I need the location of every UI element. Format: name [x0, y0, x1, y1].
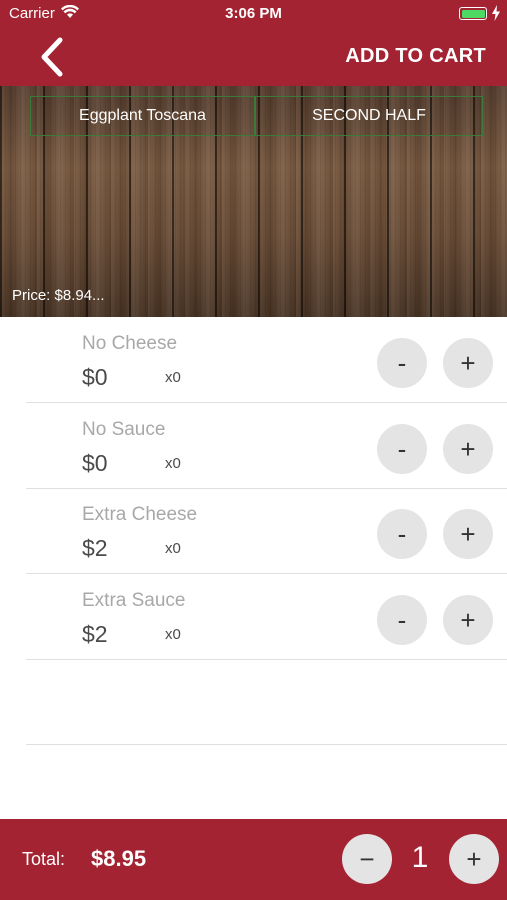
option-name: Extra Sauce [82, 590, 186, 611]
option-name: Extra Cheese [82, 504, 198, 525]
wood-banner: Eggplant Toscana SECOND HALF Price: $8.9… [0, 86, 507, 317]
first-half-tab[interactable]: Eggplant Toscana [30, 96, 255, 136]
second-half-tab[interactable]: SECOND HALF [255, 96, 483, 136]
quantity-value: 1 [411, 841, 429, 874]
total-value: $8.95 [91, 846, 147, 871]
option-row-no-sauce: No Sauce $0 x0 - + [26, 403, 507, 489]
add-to-cart-button[interactable]: ADD TO CART [345, 45, 486, 68]
option-quantity: x0 [165, 540, 181, 557]
option-quantity: x0 [165, 369, 181, 386]
option-row-extra-cheese: Extra Cheese $2 x0 - + [26, 488, 507, 574]
option-quantity: x0 [165, 626, 181, 643]
decrease-button[interactable]: - [377, 338, 427, 388]
increase-button[interactable]: + [443, 509, 493, 559]
option-name: No Sauce [82, 419, 166, 440]
option-quantity: x0 [165, 455, 181, 472]
nav-header: Carrier 3:06 PM ADD TO CART [0, 0, 507, 86]
empty-row [26, 659, 507, 745]
cart-footer: Total: $8.95 − 1 + [0, 819, 507, 900]
quantity-increase-button[interactable]: + [449, 834, 499, 884]
price-label: Price: $8.94... [12, 287, 105, 304]
option-row-extra-sauce: Extra Sauce $2 x0 - + [26, 574, 507, 660]
option-row-no-cheese: No Cheese $0 x0 - + [26, 317, 507, 403]
increase-button[interactable]: + [443, 424, 493, 474]
option-price: $2 [82, 621, 108, 647]
option-price: $2 [82, 535, 108, 561]
total-label: Total: [22, 849, 66, 869]
decrease-button[interactable]: - [377, 509, 427, 559]
back-chevron-icon[interactable] [36, 36, 68, 78]
option-price: $0 [82, 364, 108, 390]
quantity-decrease-button[interactable]: − [342, 834, 392, 884]
battery-icon [459, 7, 487, 20]
increase-button[interactable]: + [443, 595, 493, 645]
option-name: No Cheese [82, 333, 178, 354]
decrease-button[interactable]: - [377, 595, 427, 645]
charging-bolt-icon [492, 5, 500, 21]
increase-button[interactable]: + [443, 338, 493, 388]
status-time: 3:06 PM [225, 5, 282, 22]
decrease-button[interactable]: - [377, 424, 427, 474]
option-price: $0 [82, 450, 108, 476]
status-bar: Carrier 3:06 PM [0, 0, 507, 28]
